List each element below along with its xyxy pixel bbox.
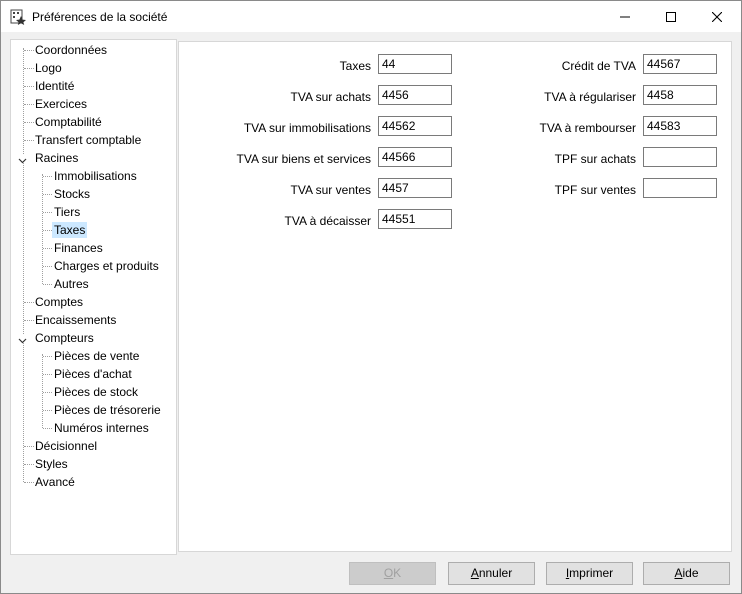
app-icon — [10, 9, 26, 25]
tva-sur-biens-et-services-field[interactable]: 44566 — [378, 147, 452, 167]
help-mnemonic: A — [674, 566, 683, 580]
tva-sur-immobilisations-field[interactable]: 44562 — [378, 116, 452, 136]
field-label: TVA à régulariser — [544, 90, 636, 104]
tree-connector — [43, 212, 52, 213]
chevron-down-icon[interactable] — [18, 154, 27, 164]
tree-item-numeros-internes[interactable]: Numéros internes — [52, 420, 151, 436]
tva-a-regulariser-field[interactable]: 4458 — [643, 85, 717, 105]
print-label: mprimer — [569, 566, 614, 580]
tree-connector — [43, 356, 52, 357]
minimize-icon — [620, 16, 630, 17]
field-label: TPF sur ventes — [554, 183, 636, 197]
tree-connector — [43, 266, 52, 267]
tree-item-taxes[interactable]: Taxes — [52, 222, 88, 238]
tree-connector — [43, 248, 52, 249]
tree-item-finances[interactable]: Finances — [52, 240, 105, 256]
preferences-dialog: Préférences de la société Coordonnées Lo… — [0, 0, 742, 594]
tva-sur-achats-field[interactable]: 4456 — [378, 85, 452, 105]
close-icon — [712, 11, 722, 22]
settings-tree[interactable]: Coordonnées Logo Identité Exercices Comp… — [10, 39, 177, 555]
tpf-sur-achats-field[interactable] — [643, 147, 717, 167]
tree-connector — [43, 194, 52, 195]
tva-sur-ventes-field[interactable]: 4457 — [378, 178, 452, 198]
tree-connector — [43, 392, 52, 393]
tree-guide-line — [42, 174, 43, 284]
maximize-button[interactable] — [648, 1, 694, 32]
tree-connector — [43, 230, 52, 231]
tree-item-autres[interactable]: Autres — [52, 276, 91, 292]
tree-item-styles[interactable]: Styles — [33, 456, 70, 472]
tree-item-exercices[interactable]: Exercices — [33, 96, 89, 112]
tree-item-stocks[interactable]: Stocks — [52, 186, 92, 202]
cancel-mnemonic: A — [470, 566, 479, 580]
tree-item-pieces-de-vente[interactable]: Pièces de vente — [52, 348, 141, 364]
close-button[interactable] — [694, 1, 740, 32]
field-label: TVA sur biens et services — [236, 152, 372, 166]
taxes-settings-panel: Taxes 44 TVA sur achats 4456 TVA sur imm… — [178, 41, 732, 552]
tree-item-comptabilite[interactable]: Comptabilité — [33, 114, 104, 130]
tree-item-pieces-de-stock[interactable]: Pièces de stock — [52, 384, 140, 400]
minimize-button[interactable] — [602, 1, 648, 32]
tree-item-encaissements[interactable]: Encaissements — [33, 312, 118, 328]
tree-item-transfert-comptable[interactable]: Transfert comptable — [33, 132, 143, 148]
field-label: TVA sur ventes — [290, 183, 371, 197]
field-label: TVA sur immobilisations — [243, 121, 371, 135]
tree-item-decisionnel[interactable]: Décisionnel — [33, 438, 99, 454]
field-label: TVA sur achats — [290, 90, 371, 104]
tva-a-decaisser-field[interactable]: 44551 — [378, 209, 452, 229]
tree-connector — [43, 428, 52, 429]
tva-a-rembourser-field[interactable]: 44583 — [643, 116, 717, 136]
field-label: Crédit de TVA — [561, 59, 636, 73]
tree-item-coordonnees[interactable]: Coordonnées — [33, 42, 109, 58]
field-label: TVA à décaisser — [284, 214, 371, 228]
tree-connector — [43, 284, 52, 285]
chevron-down-icon[interactable] — [18, 334, 27, 344]
ok-button[interactable]: OK — [349, 562, 436, 585]
window-title: Préférences de la société — [32, 10, 168, 24]
field-label: Taxes — [339, 59, 371, 73]
tree-connector — [43, 176, 52, 177]
tree-item-comptes[interactable]: Comptes — [33, 294, 85, 310]
ok-mnemonic: O — [383, 566, 394, 580]
tree-item-racines[interactable]: Racines — [33, 150, 80, 166]
cancel-button[interactable]: Annuler — [448, 562, 535, 585]
maximize-icon — [666, 11, 676, 22]
help-label: ide — [682, 566, 699, 580]
tree-item-immobilisations[interactable]: Immobilisations — [52, 168, 139, 184]
tree-connector — [43, 374, 52, 375]
tree-item-logo[interactable]: Logo — [33, 60, 64, 76]
field-label: TVA à rembourser — [539, 121, 636, 135]
tree-item-tiers[interactable]: Tiers — [52, 204, 82, 220]
title-bar: Préférences de la société — [1, 1, 741, 32]
tree-item-charges-et-produits[interactable]: Charges et produits — [52, 258, 161, 274]
print-button[interactable]: Imprimer — [546, 562, 633, 585]
tree-item-avance[interactable]: Avancé — [33, 474, 77, 490]
cancel-label: nnuler — [478, 566, 513, 580]
tree-guide-line — [42, 354, 43, 428]
tree-item-pieces-de-tresorerie[interactable]: Pièces de trésorerie — [52, 402, 163, 418]
tree-connector — [43, 410, 52, 411]
help-button[interactable]: Aide — [643, 562, 730, 585]
taxes-field[interactable]: 44 — [378, 54, 452, 74]
tpf-sur-ventes-field[interactable] — [643, 178, 717, 198]
tree-item-compteurs[interactable]: Compteurs — [33, 330, 96, 346]
tree-item-identite[interactable]: Identité — [33, 78, 76, 94]
credit-de-tva-field[interactable]: 44567 — [643, 54, 717, 74]
tree-item-pieces-d-achat[interactable]: Pièces d'achat — [52, 366, 134, 382]
ok-label: K — [393, 566, 402, 580]
field-label: TPF sur achats — [554, 152, 636, 166]
tree-guide-line — [23, 48, 24, 482]
